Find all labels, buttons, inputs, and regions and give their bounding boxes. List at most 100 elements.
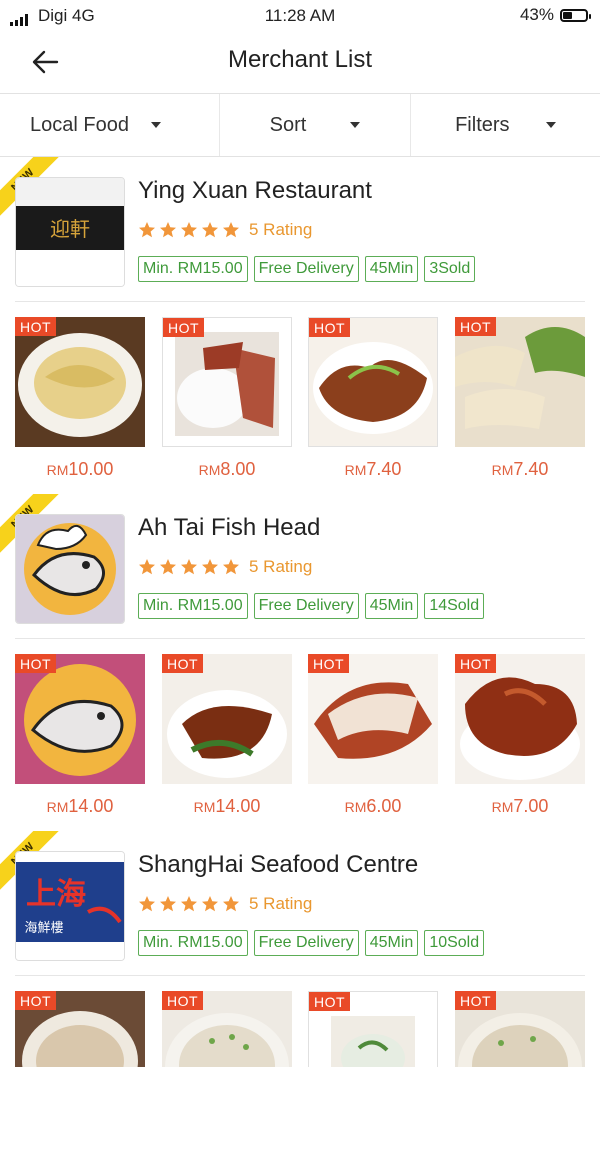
star-icon: [223, 222, 239, 238]
dish-card[interactable]: HOT: [162, 654, 292, 786]
merchant-name[interactable]: Ah Tai Fish Head: [138, 514, 320, 542]
divider: [15, 301, 585, 302]
rating-label: 5 Rating: [249, 557, 313, 576]
hot-badge: HOT: [455, 654, 497, 673]
star-icon: [181, 222, 197, 238]
star-icon: [202, 896, 218, 912]
star-icon: [181, 896, 197, 912]
sold-count-tag: 10Sold: [424, 930, 485, 956]
rating-label: 5 Rating: [249, 220, 313, 239]
merchant-card[interactable]: NEW Ah Tai Fish Head 5 Rating Min. RM15.…: [0, 494, 600, 831]
merchant-logo[interactable]: 上海 海鮮樓: [15, 851, 125, 961]
merchant-logo[interactable]: 迎軒: [15, 177, 125, 287]
sliced-chicken-image: [455, 317, 585, 447]
delivery-time-tag: 45Min: [364, 256, 419, 282]
merchant-name[interactable]: Ying Xuan Restaurant: [138, 177, 372, 205]
sold-count-tag: 14Sold: [424, 593, 485, 619]
star-icon: [202, 559, 218, 575]
dish-card[interactable]: HOT: [455, 654, 585, 786]
dish-price: RM14.00: [193, 796, 261, 816]
category-label: Local Food: [30, 113, 129, 136]
chef-fish-logo-image: [15, 654, 145, 784]
dish-card[interactable]: HOT: [455, 317, 585, 449]
min-order-tag: Min. RM15.00: [138, 256, 248, 282]
dish-price: RM7.40: [491, 459, 549, 479]
dish-price: RM14.00: [46, 796, 114, 816]
star-icon: [139, 222, 155, 238]
dish-price: RM6.00: [344, 796, 402, 816]
dish-card[interactable]: HOT: [15, 991, 145, 1067]
roast-duck-rice-image: [455, 654, 585, 784]
filters-dropdown[interactable]: Filters: [409, 94, 600, 156]
rating: 5 Rating: [138, 894, 312, 914]
star-icon: [160, 896, 176, 912]
merchant-logo[interactable]: [15, 514, 125, 624]
hot-badge: HOT: [309, 992, 351, 1011]
braised-chicken-rice-image: [162, 654, 292, 784]
steamed-chicken-rice-image: [15, 317, 145, 447]
page-title: Merchant List: [227, 46, 373, 73]
star-icon: [139, 559, 155, 575]
filters-label: Filters: [455, 113, 510, 136]
hot-badge: HOT: [309, 318, 351, 337]
dish-price: RM8.00: [198, 459, 256, 479]
delivery-time-tag: 45Min: [364, 593, 419, 619]
sort-label: Sort: [269, 113, 307, 136]
logo-text: 上海: [26, 877, 86, 912]
logo-subtext: 海鮮樓: [24, 921, 63, 936]
clock: 11:28 AM: [264, 6, 336, 25]
hot-badge: HOT: [162, 991, 204, 1010]
merchant-tags: Min. RM15.00 Free Delivery 45Min 10Sold: [138, 930, 485, 956]
star-icon: [181, 559, 197, 575]
star-rating-icons: [138, 895, 240, 913]
hot-badge: HOT: [455, 317, 497, 336]
caret-down-icon: [545, 122, 556, 128]
star-icon: [160, 222, 176, 238]
free-delivery-tag: Free Delivery: [253, 593, 359, 619]
star-icon: [160, 559, 176, 575]
merchant-card[interactable]: NEW 迎軒 Ying Xuan Restaurant 5 Rating Min…: [0, 157, 600, 494]
rating-label: 5 Rating: [249, 894, 313, 913]
sort-dropdown[interactable]: Sort: [219, 94, 409, 156]
dish-card[interactable]: HOT: [455, 991, 585, 1067]
star-rating-icons: [138, 221, 240, 239]
battery-percent: 43%: [519, 5, 554, 24]
navigation-bar: Merchant List: [0, 30, 600, 94]
dish-card[interactable]: HOT: [162, 317, 292, 449]
logo-text: 迎軒: [50, 217, 90, 241]
star-icon: [223, 559, 239, 575]
roast-pork-rice-image: [163, 318, 291, 446]
filter-bar: Local Food Sort Filters: [0, 94, 600, 157]
dish-card[interactable]: HOT: [308, 654, 438, 786]
rating: 5 Rating: [138, 557, 312, 577]
sold-count-tag: 3Sold: [424, 256, 476, 282]
merchant-name[interactable]: ShangHai Seafood Centre: [138, 851, 418, 879]
rating: 5 Rating: [138, 220, 312, 240]
roast-chicken-rice-image: [308, 654, 438, 784]
roast-duck-image: [309, 318, 437, 446]
category-dropdown[interactable]: Local Food: [0, 94, 219, 156]
hot-badge: HOT: [163, 318, 205, 337]
battery-indicator: 43%: [519, 5, 591, 25]
star-icon: [139, 896, 155, 912]
caret-down-icon: [350, 122, 361, 128]
dish-card[interactable]: HOT: [15, 317, 145, 449]
divider: [15, 638, 585, 639]
dish-card[interactable]: HOT: [308, 991, 438, 1067]
dish-card[interactable]: HOT: [15, 654, 145, 786]
dish-price: RM7.40: [344, 459, 402, 479]
hot-badge: HOT: [15, 991, 57, 1010]
dish-card[interactable]: HOT: [162, 991, 292, 1067]
merchant-card[interactable]: NEW 上海 海鮮樓 ShangHai Seafood Centre 5 Rat…: [0, 831, 600, 1168]
min-order-tag: Min. RM15.00: [138, 930, 248, 956]
dish-price: RM10.00: [46, 459, 114, 479]
dish-card[interactable]: HOT: [308, 317, 438, 449]
star-icon: [202, 222, 218, 238]
battery-icon: [560, 8, 591, 22]
dish-price: RM7.00: [491, 796, 549, 816]
free-delivery-tag: Free Delivery: [253, 256, 359, 282]
merchant-tags: Min. RM15.00 Free Delivery 45Min 3Sold: [138, 256, 476, 282]
hot-badge: HOT: [15, 654, 57, 673]
delivery-time-tag: 45Min: [364, 930, 419, 956]
hot-badge: HOT: [308, 654, 350, 673]
